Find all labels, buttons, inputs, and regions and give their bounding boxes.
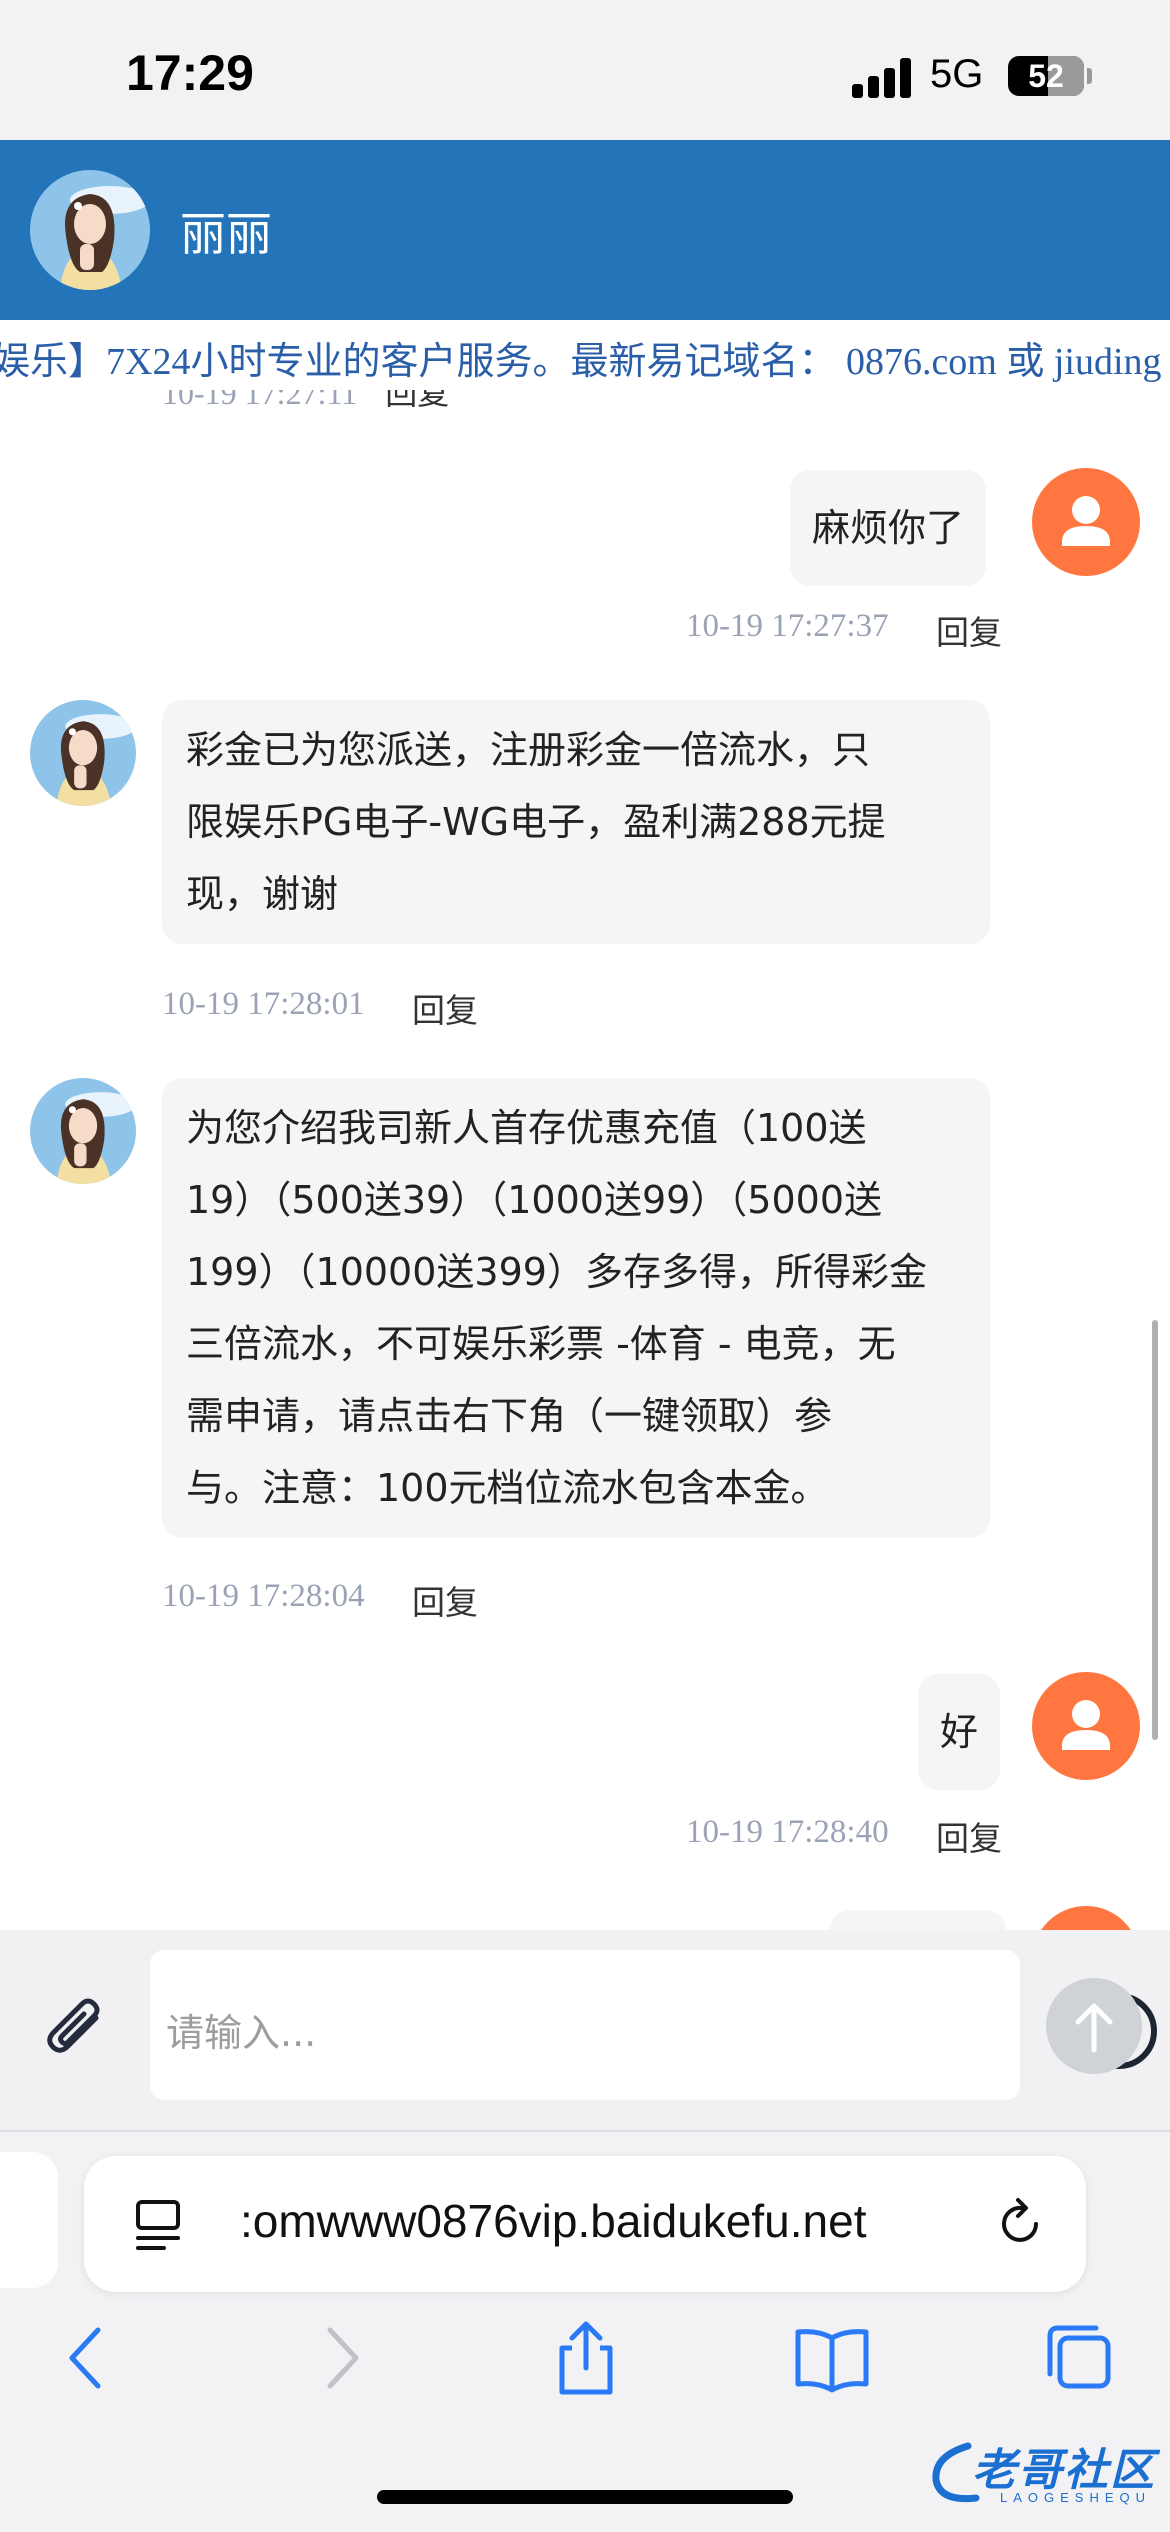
message-line: 现，谢谢: [186, 872, 339, 916]
message-input-placeholder: 请输入...: [166, 2011, 317, 2055]
status-time: 17:29: [126, 45, 254, 101]
home-indicator[interactable]: [377, 2490, 793, 2504]
user-icon: [1062, 1700, 1110, 1750]
message-time: 10-19 17:28:04: [162, 1578, 365, 1614]
message-line: 199）（10000送399）多存多得，所得彩金: [186, 1250, 927, 1294]
reply-link[interactable]: 回复: [412, 1576, 478, 1624]
agent-avatar: [30, 700, 136, 806]
message-input[interactable]: 请输入...: [150, 1950, 1157, 2100]
message-line: 与。注意：100元档位流水包含本金。: [186, 1466, 829, 1510]
announcement-text: 娱乐】7X24小时专业的客户服务。最新易记域名： 0876.com 或 jiud…: [0, 341, 1162, 383]
user-icon: [1062, 496, 1110, 546]
reply-link[interactable]: 回复: [412, 984, 478, 1032]
message-line: 三倍流水，不可娱乐彩票 -体育 - 电竞，无: [186, 1322, 896, 1366]
network-label: 5G: [930, 52, 984, 96]
message-time: 10-19 17:28:40: [686, 1814, 889, 1850]
composer-bar: 请输入...: [0, 1930, 1170, 2130]
bookmarks-icon[interactable]: [792, 2318, 872, 2398]
agent-avatar[interactable]: [30, 170, 150, 290]
reply-link[interactable]: 回复: [936, 606, 1002, 654]
scrollbar[interactable]: [1152, 1320, 1158, 1740]
message-meta: 10-19 17:27:11 回复: [162, 390, 449, 414]
message-line: 限娱乐PG电子-WG电子，盈利满288元提: [186, 800, 886, 844]
tabs-icon[interactable]: [134, 2198, 184, 2252]
signal-icon: [852, 58, 914, 98]
reply-link[interactable]: 回复: [385, 390, 449, 412]
announcement-marquee: 娱乐】7X24小时专业的客户服务。最新易记域名： 0876.com 或 jiud…: [0, 320, 1170, 390]
battery-level: 52: [1028, 58, 1064, 94]
watermark-logo: 老哥社区 LAOGESHEQU: [928, 2432, 1164, 2510]
message-bubble-outgoing[interactable]: 麻烦你了: [790, 470, 987, 586]
watermark-text: 老哥社区: [972, 2445, 1156, 2496]
address-bar[interactable]: :omwww0876vip.baidukefu.net: [84, 2156, 1086, 2292]
battery-icon: 52: [1008, 56, 1084, 96]
message-bubble-outgoing: [830, 1910, 1006, 1930]
message-time: 10-19 17:27:37: [686, 608, 889, 644]
message-bubble-outgoing[interactable]: 好: [918, 1674, 1001, 1790]
send-button[interactable]: [1046, 1978, 1142, 2074]
status-bar: 17:29 5G 52: [0, 0, 1170, 140]
chat-title: 丽丽: [180, 207, 272, 261]
message-bubble-incoming[interactable]: 为您介绍我司新人首存优惠充值（100送 19）（500送39）（1000送99）…: [162, 1078, 990, 1538]
previous-tab[interactable]: [0, 2152, 58, 2288]
agent-avatar: [30, 1078, 136, 1184]
message-line: 需申请，请点击右下角（一键领取）参: [186, 1394, 833, 1438]
message-line: 为您介绍我司新人首存优惠充值（100送: [186, 1106, 867, 1150]
paperclip-icon[interactable]: [36, 1992, 114, 2070]
message-line: 19）（500送39）（1000送99）（5000送: [186, 1178, 883, 1222]
message-line: 彩金已为您派送，注册彩金一倍流水，只: [186, 728, 871, 772]
user-avatar: [1032, 1672, 1140, 1780]
chat-header: 丽丽: [0, 140, 1170, 320]
share-icon[interactable]: [546, 2318, 626, 2398]
reply-link[interactable]: 回复: [936, 1812, 1002, 1860]
user-avatar: [1032, 468, 1140, 576]
back-icon[interactable]: [48, 2318, 128, 2398]
user-avatar: [1032, 1906, 1140, 1930]
pages-icon[interactable]: [1040, 2318, 1120, 2398]
url-text: :omwww0876vip.baidukefu.net: [240, 2195, 867, 2247]
send-arrow-icon: [1075, 2003, 1113, 2053]
chat-area[interactable]: 10-19 17:27:11 回复 麻烦你了 10-19 17:27:37 回复 …: [0, 390, 1170, 1930]
message-text: 好: [940, 1710, 979, 1754]
reload-icon[interactable]: [992, 2196, 1048, 2252]
message-text: 麻烦你了: [812, 506, 965, 550]
message-bubble-incoming[interactable]: 彩金已为您派送，注册彩金一倍流水，只 限娱乐PG电子-WG电子，盈利满288元提…: [162, 700, 990, 944]
message-time: 10-19 17:28:01: [162, 986, 365, 1022]
forward-icon[interactable]: [300, 2318, 380, 2398]
watermark-subtext: LAOGESHEQU: [1000, 2490, 1152, 2505]
